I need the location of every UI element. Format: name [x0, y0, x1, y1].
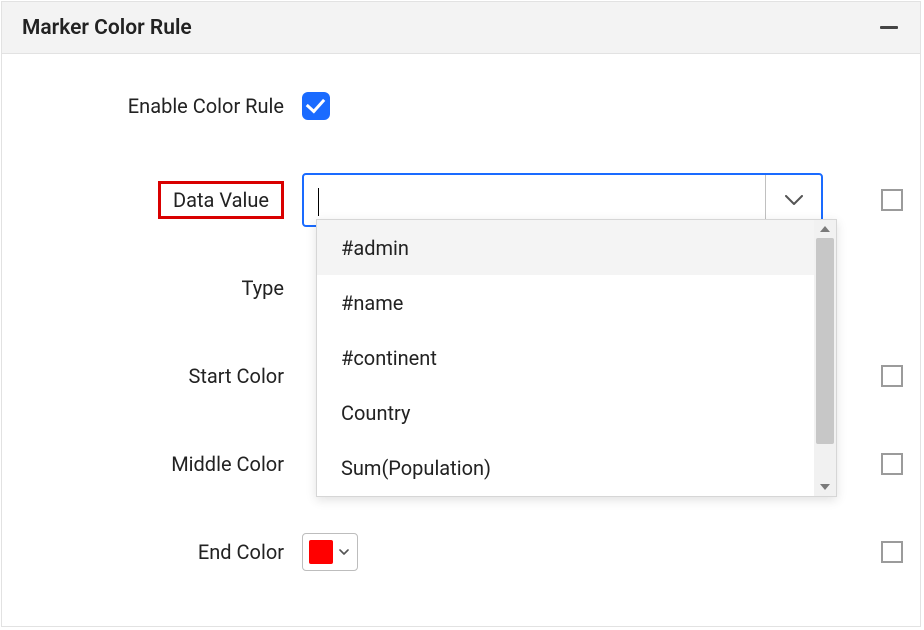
text-caret: [318, 188, 319, 216]
data-value-dropdown-list: #admin #name #continent Country Sum(Popu…: [316, 219, 837, 497]
data-value-input[interactable]: [304, 175, 765, 225]
label-data-value: Data Value: [158, 181, 284, 219]
label-middle-color: Middle Color: [2, 452, 302, 476]
end-color-swatch: [309, 540, 333, 564]
panel-header: Marker Color Rule: [2, 2, 920, 54]
collapse-button[interactable]: [876, 15, 902, 41]
dropdown-item[interactable]: #name: [317, 275, 814, 330]
middle-color-expression-checkbox[interactable]: [881, 453, 903, 475]
start-color-expression-checkbox[interactable]: [881, 365, 903, 387]
enable-color-rule-checkbox[interactable]: [302, 92, 330, 120]
scroll-up-button[interactable]: [814, 220, 836, 238]
label-type: Type: [2, 276, 302, 300]
chevron-down-icon: [785, 188, 803, 212]
triangle-down-icon: [820, 484, 830, 490]
end-color-picker[interactable]: [302, 533, 358, 571]
dropdown-item[interactable]: Country: [317, 385, 814, 440]
data-value-dropdown-toggle[interactable]: [765, 175, 821, 225]
dropdown-item[interactable]: #continent: [317, 330, 814, 385]
label-enable-color-rule: Enable Color Rule: [2, 94, 302, 118]
data-value-expression-checkbox[interactable]: [881, 189, 903, 211]
panel-title: Marker Color Rule: [22, 16, 192, 40]
row-enable-color-rule: Enable Color Rule: [2, 82, 920, 130]
panel-body: Enable Color Rule Data Value: [2, 54, 920, 582]
dropdown-item[interactable]: Sum(Population): [317, 440, 814, 495]
scroll-down-button[interactable]: [814, 478, 836, 496]
dropdown-item[interactable]: #admin: [317, 220, 814, 275]
dropdown-items-container: #admin #name #continent Country Sum(Popu…: [317, 220, 814, 496]
label-start-color: Start Color: [2, 364, 302, 388]
label-end-color: End Color: [2, 540, 302, 564]
marker-color-rule-panel: Marker Color Rule Enable Color Rule Data…: [1, 1, 921, 627]
chevron-down-icon: [339, 549, 349, 556]
dropdown-scrollbar[interactable]: [814, 220, 836, 496]
end-color-expression-checkbox[interactable]: [881, 541, 903, 563]
minus-icon: [880, 26, 898, 29]
scrollbar-thumb[interactable]: [816, 238, 834, 444]
triangle-up-icon: [820, 226, 830, 232]
row-end-color: End Color: [2, 522, 920, 582]
